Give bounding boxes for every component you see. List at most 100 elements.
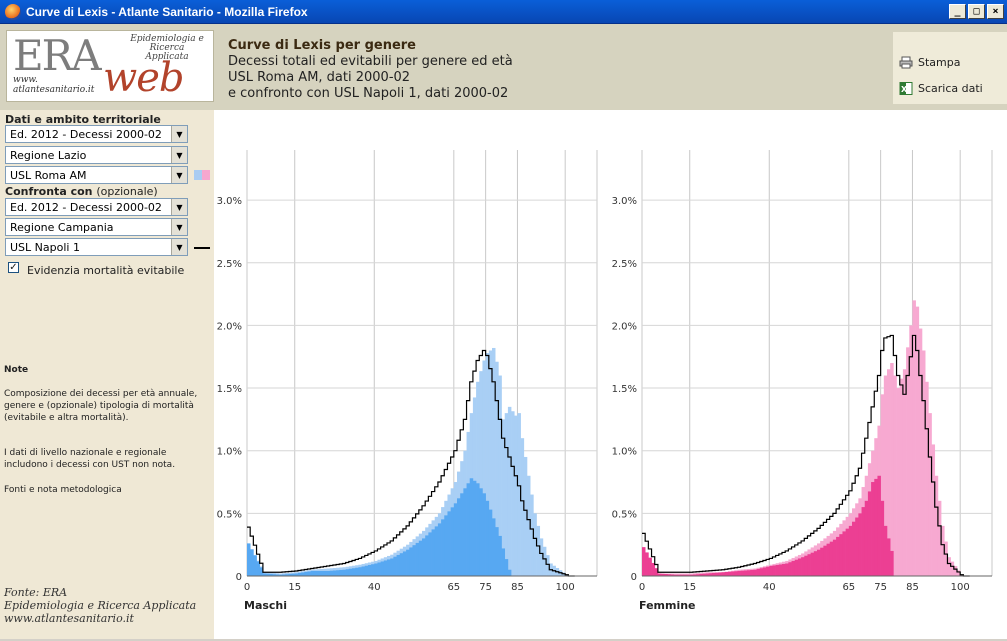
logo-web-text: web (103, 55, 185, 101)
y-tick-label: 2.5% (217, 259, 242, 270)
bar-avoidable (412, 545, 416, 576)
bar-avoidable (307, 571, 311, 576)
compare-line-swatch (194, 247, 210, 249)
bar-avoidable (437, 523, 442, 576)
y-tick-label: 2.0% (612, 321, 637, 332)
bar-total (890, 363, 894, 576)
bar-avoidable (820, 547, 824, 576)
bar-avoidable (504, 559, 509, 576)
bar-avoidable (342, 569, 346, 576)
bar-avoidable (482, 493, 486, 576)
bar-avoidable (329, 570, 334, 576)
bar-avoidable (731, 571, 735, 576)
bar-avoidable (466, 483, 471, 576)
bar-avoidable (807, 554, 811, 576)
bar-avoidable (450, 507, 455, 576)
bar-avoidable (431, 529, 436, 576)
bar-avoidable (313, 570, 318, 576)
x-tick-label: 85 (906, 582, 919, 593)
bar-avoidable (425, 535, 429, 576)
x-tick-label: 15 (288, 582, 301, 593)
bar-avoidable (301, 572, 305, 576)
bar-avoidable (845, 528, 850, 576)
chart-panel: 0.5% 1.0% 1.5% 2.0% 2.5% 3.0% 0 15 40 65 75 85 100 0 M… (214, 110, 1007, 639)
window-title: Curve di Lexis - Atlante Sanitario - Moz… (26, 4, 308, 19)
bar-avoidable (367, 564, 372, 576)
x-tick-label: 40 (763, 582, 776, 593)
bar-total (504, 413, 509, 576)
download-label: Scarica dati (918, 82, 983, 95)
x-tick-label: 40 (368, 582, 381, 593)
y-tick-label: 0.5% (612, 509, 637, 520)
bar-avoidable (415, 542, 420, 576)
bar-avoidable (887, 538, 891, 576)
bar-avoidable (332, 570, 337, 576)
era-web-logo[interactable]: ERA Epidemiologia e Ricerca Applicata ww… (6, 30, 214, 102)
bar-total (507, 406, 512, 576)
bar-avoidable (753, 569, 757, 576)
y-tick-label: 1.0% (217, 447, 242, 458)
bar-avoidable (861, 507, 866, 576)
bar-avoidable (304, 571, 308, 576)
bar-avoidable (485, 500, 490, 576)
compare-usl-select[interactable]: USL Napoli 1 ▼ (5, 238, 188, 256)
edition-select[interactable]: Ed. 2012 - Decessi 2000-02 ▼ (5, 125, 188, 143)
bar-avoidable (775, 564, 780, 576)
tools-panel: Stampa X Scarica dati (893, 32, 1007, 104)
bar-avoidable (317, 570, 321, 576)
bar-avoidable (371, 564, 375, 576)
bar-avoidable (501, 548, 506, 576)
highlight-avoidable-checkbox[interactable]: ✓ (8, 262, 19, 273)
source-credit: Fonte: ERA Epidemiologia e Ricerca Appli… (4, 586, 197, 625)
maximize-button[interactable]: □ (968, 4, 985, 19)
bar-avoidable (406, 549, 410, 576)
bar-avoidable (453, 503, 458, 576)
bar-avoidable (759, 568, 764, 576)
bar-avoidable (864, 500, 869, 576)
usl-color-swatch (194, 170, 210, 180)
bar-avoidable (794, 559, 799, 576)
notes-heading: Note (4, 365, 29, 375)
bar-avoidable (743, 570, 748, 576)
subtitle-line3: e confronto con USL Napoli 1, dati 2000-… (228, 86, 509, 101)
bar-avoidable (829, 541, 834, 576)
bar-avoidable (782, 563, 786, 576)
chart-title: Maschi (244, 599, 287, 612)
bar-avoidable (469, 478, 474, 576)
bar-avoidable (724, 571, 729, 576)
window-titlebar[interactable]: Curve di Lexis - Atlante Sanitario - Moz… (0, 0, 1007, 24)
bar-avoidable (380, 561, 385, 576)
bar-avoidable (867, 491, 872, 576)
bar-avoidable (345, 569, 350, 576)
notes-p2: I dati di livello nazionale e regionale … (4, 448, 176, 470)
x-tick-label: 15 (683, 582, 696, 593)
bar-avoidable (348, 568, 353, 576)
region-select[interactable]: Regione Lazio ▼ (5, 146, 188, 164)
print-link[interactable]: Stampa (899, 56, 960, 69)
subtitle-line2: USL Roma AM, dati 2000-02 (228, 70, 411, 85)
bar-avoidable (250, 549, 254, 576)
compare-region-select[interactable]: Regione Campania ▼ (5, 218, 188, 236)
bar-avoidable (352, 568, 356, 576)
bar-avoidable (836, 536, 840, 576)
bar-avoidable (826, 543, 831, 576)
bar-avoidable (358, 567, 362, 576)
window-controls: _ □ × (949, 4, 1004, 19)
chevron-down-icon: ▼ (171, 199, 187, 215)
bar-total (511, 411, 515, 576)
bar-avoidable (871, 482, 875, 576)
download-link[interactable]: X Scarica dati (899, 82, 983, 95)
close-button[interactable]: × (987, 4, 1004, 19)
compare-edition-select[interactable]: Ed. 2012 - Decessi 2000-02 ▼ (5, 198, 188, 216)
bar-avoidable (492, 518, 496, 576)
bar-avoidable (797, 558, 802, 576)
bar-avoidable (457, 498, 461, 576)
methodology-link[interactable]: Fonti e nota metodologica (4, 484, 212, 496)
bar-avoidable (839, 534, 843, 576)
bar-avoidable (880, 500, 885, 576)
bar-avoidable (769, 565, 773, 576)
bar-avoidable (645, 552, 649, 576)
minimize-button[interactable]: _ (949, 4, 966, 19)
usl-select[interactable]: USL Roma AM ▼ (5, 166, 188, 184)
chevron-down-icon: ▼ (171, 219, 187, 235)
